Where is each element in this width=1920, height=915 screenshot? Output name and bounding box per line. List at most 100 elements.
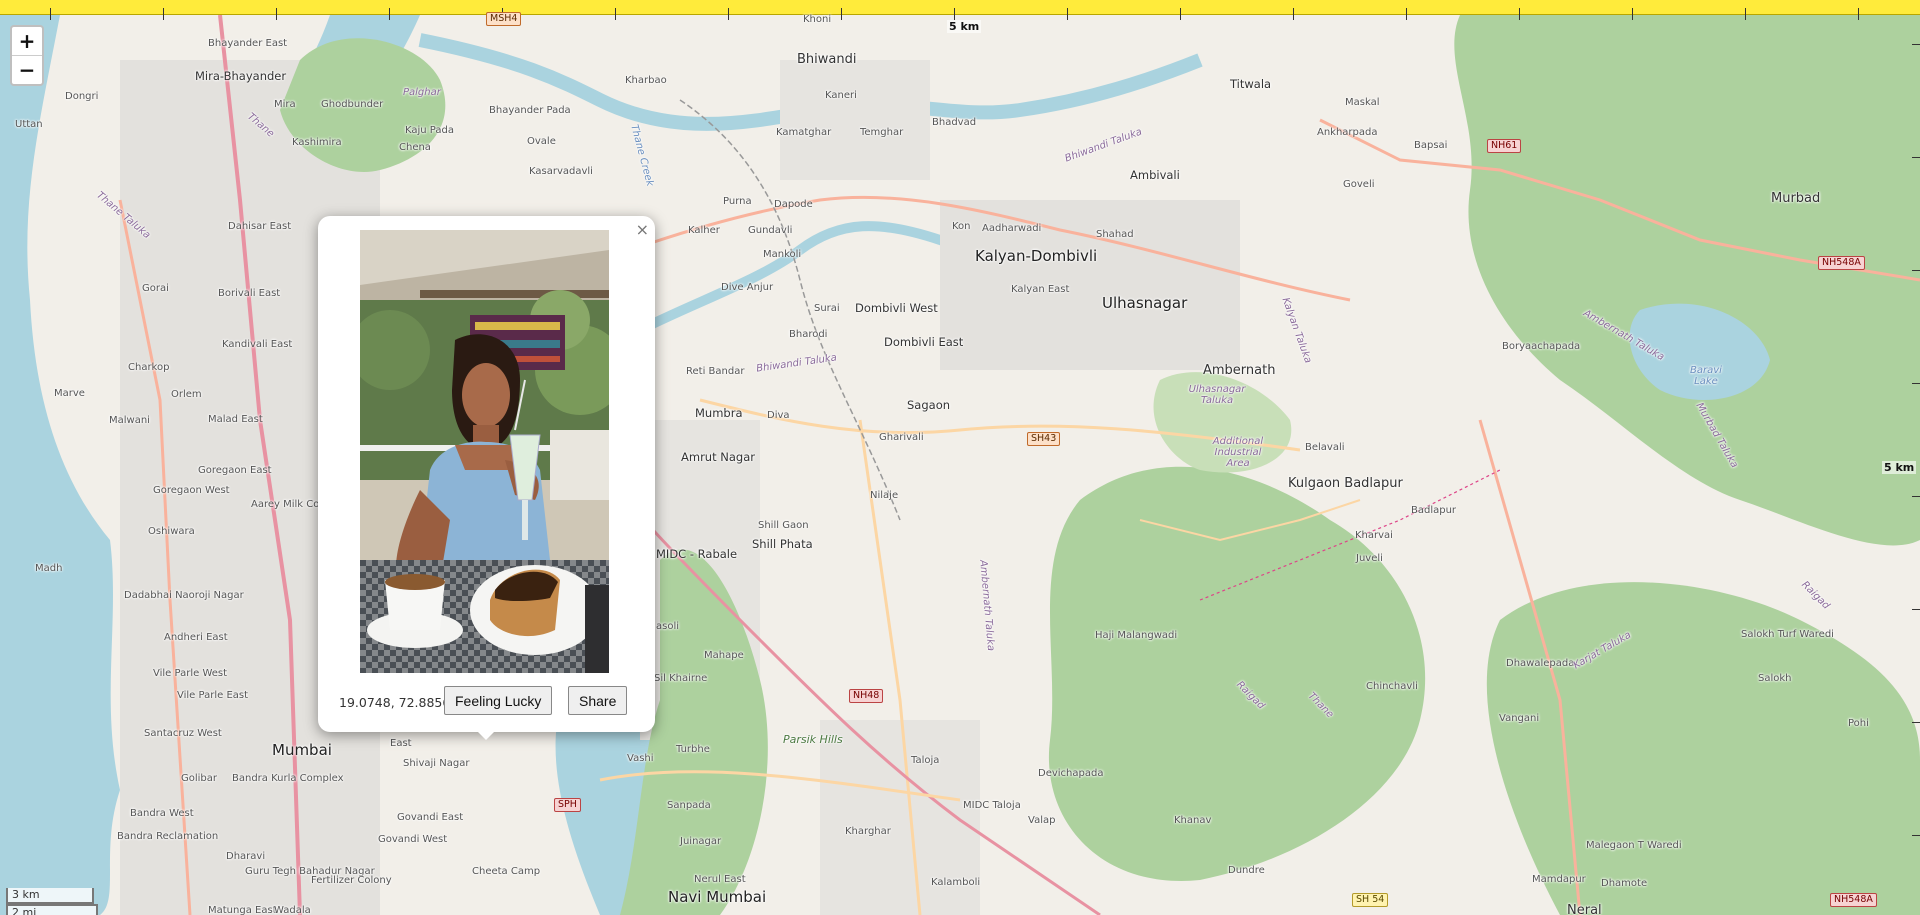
place-label: Kharghar	[845, 826, 891, 837]
share-button[interactable]: Share	[568, 686, 628, 715]
place-label: Goveli	[1343, 179, 1375, 190]
place-label: Vile Parle East	[177, 690, 249, 701]
place-label: Andheri East	[164, 632, 228, 643]
place-label: Navi Mumbai	[668, 888, 767, 906]
place-label: Dadabhai Naoroji Nagar	[124, 590, 244, 601]
place-label: Shill Phata	[752, 537, 813, 551]
popup-coordinates: 19.0748, 72.8856	[339, 695, 451, 710]
place-label: Murbad	[1771, 191, 1821, 206]
place-label: Mumbra	[695, 406, 743, 420]
place-label: Nilaje	[870, 490, 899, 501]
place-label: Govandi West	[378, 834, 448, 845]
place-label: Salokh Turf Waredi	[1741, 629, 1834, 640]
place-label: Gharivali	[879, 432, 924, 443]
ruler-tick	[1912, 835, 1920, 836]
place-label: Madh	[35, 563, 63, 574]
zoom-control: + −	[10, 25, 44, 86]
place-label: Kasarvadavli	[529, 166, 593, 177]
place-label: Bapsai	[1414, 140, 1448, 151]
place-label: Ankharpada	[1317, 127, 1378, 138]
place-label: Malegaon T Waredi	[1586, 840, 1682, 851]
place-label: Santacruz West	[144, 728, 222, 739]
ruler-tick	[1912, 157, 1920, 158]
place-label: Shill Gaon	[758, 520, 809, 531]
place-label: Dhamote	[1601, 878, 1648, 889]
popup-tip	[476, 730, 496, 740]
place-label: Dhawalepada	[1506, 658, 1575, 669]
place-label: Mira-Bhayander	[195, 69, 287, 83]
place-label: Shivaji Nagar	[403, 758, 470, 769]
place-label: Temghar	[860, 127, 904, 138]
place-label: Nerul East	[694, 874, 746, 885]
place-label: Golibar	[181, 773, 218, 784]
zoom-in-button[interactable]: +	[12, 27, 42, 55]
ruler-tick	[1406, 8, 1407, 20]
zoom-out-button[interactable]: −	[12, 55, 42, 84]
map-canvas[interactable]: 5 km 5 km + − Bhiwandi Titwala Mira-Bhay…	[0, 0, 1920, 915]
place-label: Dharavi	[226, 851, 266, 862]
place-label: Dongri	[65, 91, 99, 102]
place-label: Bhadvad	[932, 117, 977, 128]
place-label: Vashi	[627, 753, 654, 764]
ruler-tick	[1912, 383, 1920, 384]
place-label: Badlapur	[1411, 505, 1457, 516]
scale-bar-km: 3 km	[6, 888, 94, 904]
top-scale-label: 5 km	[947, 20, 982, 33]
ruler-tick	[1912, 270, 1920, 271]
place-label: Dombivli West	[855, 301, 938, 315]
top-ruler	[0, 0, 1920, 20]
place-label: Chinchavli	[1366, 681, 1418, 692]
place-label: Ambernath	[1203, 363, 1276, 378]
place-label: Juinagar	[680, 836, 722, 847]
popup-photo	[360, 230, 609, 673]
feeling-lucky-button[interactable]: Feeling Lucky	[444, 686, 553, 715]
place-label: Turbhe	[676, 744, 710, 755]
place-label: Vangani	[1499, 713, 1540, 724]
scale-bar-mi: 2 mi	[6, 904, 98, 915]
place-label: Bhayander Pada	[489, 105, 571, 116]
photo-popup: × 19.0748, 72.8856 Feeling Lucky Share	[318, 216, 655, 740]
place-label: Malad East	[208, 414, 263, 425]
place-label: Kamatghar	[776, 127, 832, 138]
place-label: Kaneri	[825, 90, 857, 101]
close-icon[interactable]: ×	[636, 220, 649, 239]
place-label: Mumbai	[272, 741, 332, 759]
place-label: Gorai	[142, 283, 169, 294]
place-label: Fertilizer Colony	[311, 875, 392, 886]
ruler-tick	[1912, 496, 1920, 497]
place-label: Kalamboli	[931, 877, 981, 888]
place-label: Additional Industrial Area	[1212, 436, 1264, 469]
place-label: Neral	[1567, 903, 1602, 915]
place-label: Goregaon West	[153, 485, 230, 496]
place-label: Kon	[952, 221, 971, 232]
place-label: Dundre	[1228, 865, 1265, 876]
road-shield: MSH4	[486, 12, 522, 26]
place-label: Dombivli East	[884, 335, 964, 349]
place-label: Boryaachapada	[1502, 341, 1581, 352]
place-label: Belavali	[1305, 442, 1345, 453]
place-label: Sagaon	[907, 398, 951, 412]
place-label: Bhayander East	[208, 38, 288, 49]
place-label: Ovale	[527, 136, 556, 147]
place-label: Chena	[399, 142, 431, 153]
ruler-tick	[728, 8, 729, 20]
place-label: Bandra Reclamation	[117, 831, 219, 842]
place-label: Kulgaon Badlapur	[1288, 476, 1403, 491]
place-label: Devichapada	[1038, 768, 1104, 779]
road-shield: NH548A	[1818, 256, 1865, 270]
place-label: Kalyan East	[1011, 284, 1070, 295]
place-label: Malwani	[109, 415, 150, 426]
ruler-tick	[1067, 8, 1068, 20]
place-label: Borivali East	[218, 288, 281, 299]
ruler-tick	[615, 8, 616, 20]
place-label: Haji Malangwadi	[1095, 630, 1178, 641]
place-label: Ulhasnagar Taluka	[1188, 384, 1246, 406]
ruler-tick	[1912, 609, 1920, 610]
place-label: Khoni	[803, 14, 832, 25]
place-label: Mamdapur	[1532, 874, 1586, 885]
place-label: Kashimira	[292, 137, 342, 148]
place-label: Bandra Kurla Complex	[232, 773, 344, 784]
place-label: East	[390, 738, 412, 749]
place-label: Juveli	[1356, 553, 1383, 564]
place-label: Dive Anjur	[721, 282, 774, 293]
